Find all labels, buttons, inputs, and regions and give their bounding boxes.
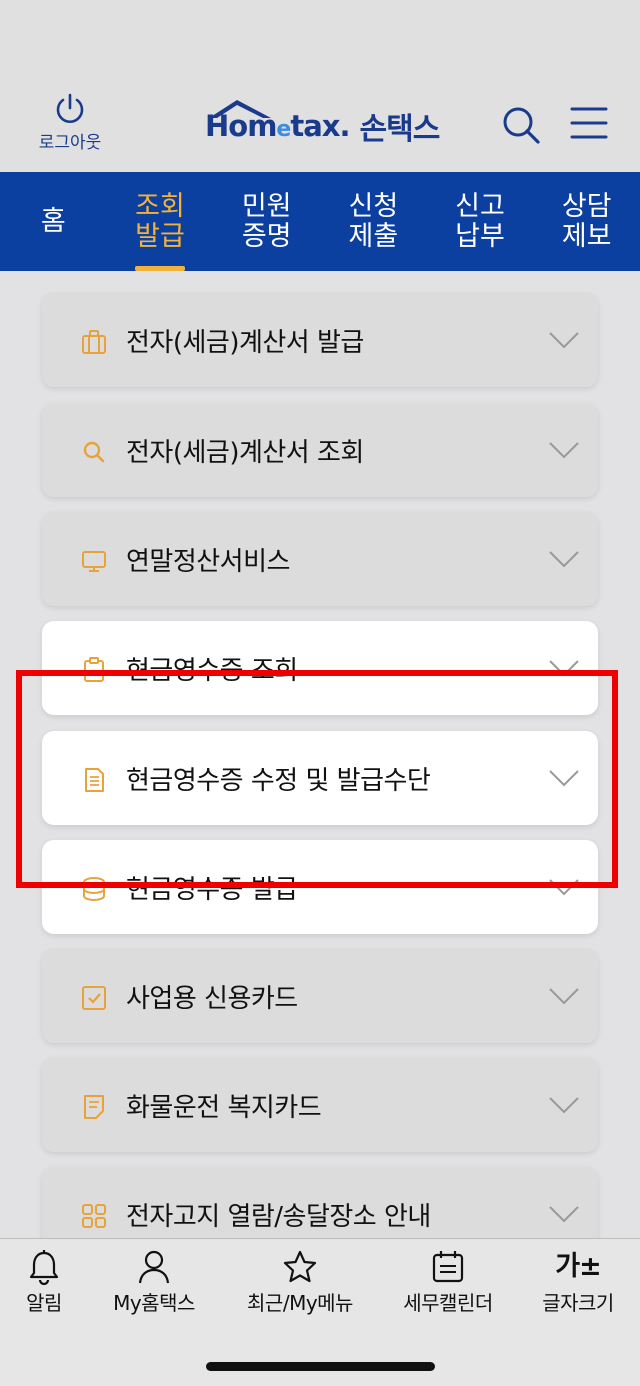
font-size-icon: 가± bbox=[555, 1251, 601, 1282]
nav-apply-submit[interactable]: 신청 제출 bbox=[320, 172, 427, 271]
chevron-down-icon[interactable] bbox=[548, 986, 580, 1006]
nav-label: 제보 bbox=[561, 220, 612, 252]
nav-label: 납부 bbox=[455, 220, 505, 252]
grid-icon bbox=[82, 1204, 106, 1228]
bell-icon bbox=[29, 1250, 59, 1285]
checkbox-icon bbox=[82, 986, 106, 1010]
chevron-down-icon[interactable] bbox=[548, 768, 580, 788]
menu-item-freight-welfare-card[interactable]: 화물운전 복지카드 bbox=[42, 1058, 598, 1152]
menu-item-tax-invoice-inquiry[interactable]: 전자(세금)계산서 조회 bbox=[42, 403, 598, 497]
hometax-logo[interactable]: Hometax. 손택스 bbox=[205, 98, 441, 154]
menu-item-label: 현금영수증 조회 bbox=[126, 655, 298, 686]
nav-label: 증명 bbox=[241, 220, 292, 252]
tab-label: 알림 bbox=[26, 1291, 62, 1315]
menu-item-cash-receipt-modify[interactable]: 현금영수증 수정 및 발급수단 bbox=[42, 731, 598, 825]
monitor-icon bbox=[82, 551, 106, 572]
house-roof-icon bbox=[209, 100, 271, 118]
nav-home[interactable]: 홈 bbox=[0, 172, 107, 271]
menu-item-label: 연말정산서비스 bbox=[126, 546, 290, 577]
logout-label: 로그아웃 bbox=[38, 133, 102, 153]
nav-label: 신고 bbox=[455, 190, 505, 222]
tab-my-hometax[interactable]: My홈택스 bbox=[104, 1249, 204, 1316]
nav-label: 민원 bbox=[241, 190, 292, 222]
chevron-down-icon[interactable] bbox=[548, 658, 580, 678]
chevron-down-icon[interactable] bbox=[548, 877, 580, 897]
nav-label: 조회 bbox=[135, 190, 185, 222]
tab-label: 글자크기 bbox=[542, 1291, 614, 1315]
menu-item-year-end-settlement[interactable]: 연말정산서비스 bbox=[42, 512, 598, 606]
home-indicator bbox=[206, 1362, 435, 1371]
tab-label: 최근/My메뉴 bbox=[247, 1291, 353, 1315]
note-icon bbox=[84, 1095, 104, 1119]
chevron-down-icon[interactable] bbox=[548, 549, 580, 569]
clipboard-icon bbox=[84, 657, 104, 682]
menu-item-label: 전자고지 열람/송달장소 안내 bbox=[126, 1201, 431, 1232]
nav-consult-report[interactable]: 상담 제보 bbox=[533, 172, 640, 271]
nav-inquiry-issue[interactable]: 조회 발급 bbox=[107, 172, 214, 271]
menu-item-label: 현금영수증 발급 bbox=[126, 874, 298, 905]
tab-font-size[interactable]: 가± 글자크기 bbox=[532, 1249, 624, 1316]
chevron-down-icon[interactable] bbox=[548, 1095, 580, 1115]
menu-item-label: 전자(세금)계산서 조회 bbox=[126, 437, 364, 468]
chevron-down-icon[interactable] bbox=[548, 330, 580, 350]
nav-label: 제출 bbox=[348, 220, 399, 252]
nav-label: 발급 bbox=[135, 220, 185, 252]
tab-notifications[interactable]: 알림 bbox=[12, 1249, 76, 1316]
menu-item-tax-invoice-issue[interactable]: 전자(세금)계산서 발급 bbox=[42, 293, 598, 387]
briefcase-icon bbox=[82, 330, 106, 354]
hamburger-menu-icon[interactable] bbox=[570, 104, 608, 142]
person-icon bbox=[138, 1250, 170, 1284]
chevron-down-icon[interactable] bbox=[548, 440, 580, 460]
menu-item-label: 화물운전 복지카드 bbox=[126, 1092, 322, 1123]
logout-button[interactable]: 로그아웃 bbox=[30, 92, 110, 153]
nav-label: 신청 bbox=[348, 190, 399, 222]
star-icon bbox=[283, 1250, 317, 1283]
nav-civil-certificate[interactable]: 민원 증명 bbox=[213, 172, 320, 271]
search-icon bbox=[83, 441, 105, 463]
power-icon bbox=[56, 93, 84, 123]
nav-report-pay[interactable]: 신고 납부 bbox=[427, 172, 534, 271]
active-tab-indicator bbox=[135, 266, 185, 271]
search-icon[interactable] bbox=[500, 104, 542, 146]
document-icon bbox=[85, 768, 104, 792]
logo-korean: 손택스 bbox=[359, 112, 441, 147]
chevron-down-icon[interactable] bbox=[548, 1204, 580, 1224]
main-nav: 홈 조회 발급 민원 증명 신청 제출 신고 납부 상담 제보 bbox=[0, 172, 640, 271]
database-icon bbox=[83, 877, 105, 901]
menu-item-business-credit-card[interactable]: 사업용 신용카드 bbox=[42, 949, 598, 1043]
tab-label: My홈택스 bbox=[113, 1291, 195, 1315]
menu-item-cash-receipt-issue[interactable]: 현금영수증 발급 bbox=[42, 840, 598, 934]
nav-label: 홈 bbox=[40, 205, 66, 237]
menu-item-label: 현금영수증 수정 및 발급수단 bbox=[126, 765, 431, 796]
nav-label: 상담 bbox=[561, 190, 612, 222]
menu-item-cash-receipt-inquiry[interactable]: 현금영수증 조회 bbox=[42, 621, 598, 715]
tab-tax-calendar[interactable]: 세무캘린더 bbox=[394, 1249, 502, 1316]
app-header: 로그아웃 Hometax. 손택스 bbox=[0, 0, 640, 172]
menu-item-label: 사업용 신용카드 bbox=[126, 983, 298, 1014]
tab-label: 세무캘린더 bbox=[403, 1291, 493, 1315]
menu-item-label: 전자(세금)계산서 발급 bbox=[126, 327, 364, 358]
tab-recent-my-menu[interactable]: 최근/My메뉴 bbox=[240, 1249, 360, 1316]
calendar-icon bbox=[432, 1251, 464, 1283]
